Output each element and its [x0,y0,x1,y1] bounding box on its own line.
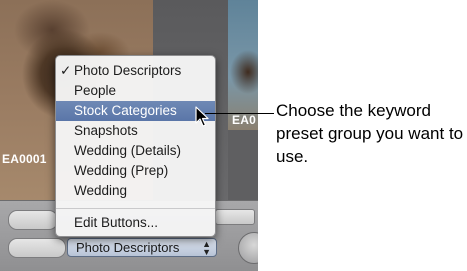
keyword-field-2[interactable] [8,238,66,258]
photo-label-left: EA0001 [2,152,47,166]
photo-thumbnail-right[interactable] [228,0,258,130]
menu-separator [56,208,215,209]
keyword-field-1[interactable] [8,210,58,230]
keyword-field-3[interactable] [215,209,255,225]
photo-label-right: EA0 [232,113,256,127]
menu-item-edit-buttons[interactable]: Edit Buttons... [56,213,215,233]
menu-item-wedding-prep[interactable]: Wedding (Prep) [56,161,215,181]
menu-item-wedding[interactable]: Wedding [56,181,215,201]
menu-item-label: Photo Descriptors [74,63,182,78]
menu-item-wedding-details[interactable]: Wedding (Details) [56,141,215,161]
pointer-cursor-icon [195,106,209,127]
popup-selected-value: Photo Descriptors [76,240,180,255]
checkmark-icon: ✓ [60,63,72,78]
callout-text: Choose the keyword preset group you want… [276,101,464,166]
menu-item-snapshots[interactable]: Snapshots [56,121,215,141]
preset-group-menu: ✓ Photo Descriptors People Stock Categori… [55,55,216,237]
menu-item-stock-categories[interactable]: Stock Categories [56,101,215,121]
menu-item-photo-descriptors[interactable]: ✓ Photo Descriptors [56,61,215,81]
callout-line [205,113,274,114]
preset-group-popup[interactable]: Photo Descriptors ▲ ▼ [67,238,217,257]
updown-arrows-icon: ▲ ▼ [202,239,211,257]
app-screenshot: EA0001 EA0 Photo Descriptors ▲ ▼ ✓ Photo D… [0,0,258,271]
menu-item-people[interactable]: People [56,81,215,101]
